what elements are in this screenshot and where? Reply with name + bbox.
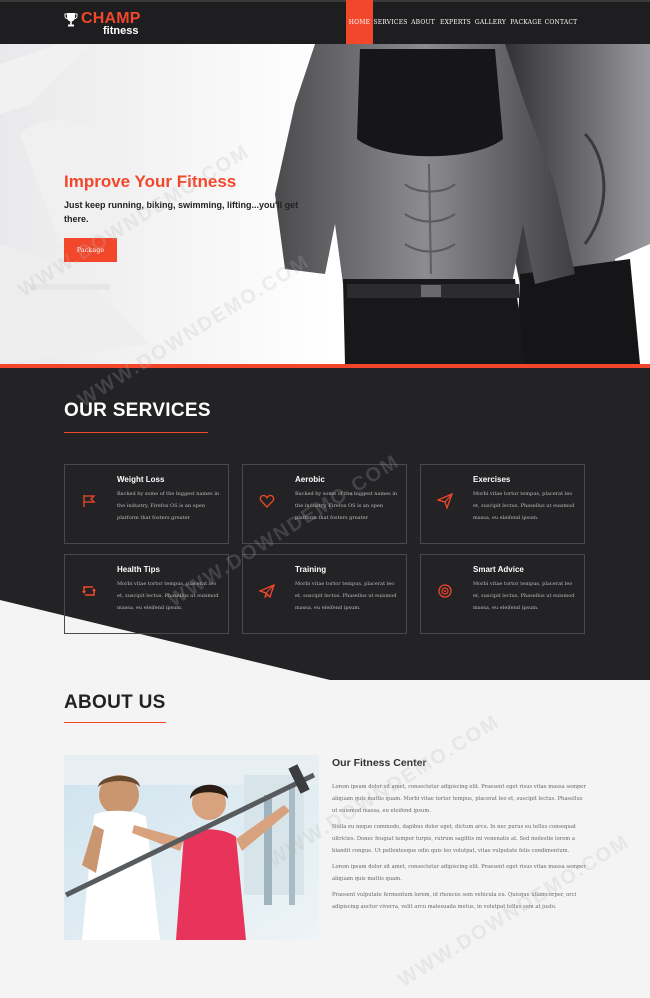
service-card-weight-loss[interactable]: Weight Loss Backed by some of the bigges… xyxy=(64,464,229,544)
service-card-aerobic[interactable]: Aerobic Backed by some of the biggest na… xyxy=(242,464,407,544)
about-title: ABOUT US xyxy=(64,692,166,713)
nav-package[interactable]: PACKAGE xyxy=(508,0,544,44)
service-card-text: Morbi vitae tortor tempus, placerat leo … xyxy=(473,491,575,521)
nav-gallery[interactable]: GALLERY xyxy=(473,0,508,44)
service-card-text: Backed by some of the biggest names in t… xyxy=(295,491,398,521)
nav-about[interactable]: ABOUT xyxy=(408,0,438,44)
about-trainer-image xyxy=(64,755,319,940)
service-card-title: Exercises xyxy=(473,475,511,484)
hero-title: Improve Your Fitness xyxy=(64,172,237,191)
service-card-exercises[interactable]: Exercises Morbi vitae tortor tempus, pla… xyxy=(420,464,585,544)
service-card-title: Smart Advice xyxy=(473,565,524,574)
service-card-title: Training xyxy=(295,565,327,574)
about-paragraph: Lorem ipsum dolor sit amet, consectetur … xyxy=(332,864,586,882)
target-icon xyxy=(438,584,452,598)
service-card-health-tips[interactable]: Health Tips Morbi vitae tortor tempus, p… xyxy=(64,554,229,634)
service-card-title: Health Tips xyxy=(117,565,160,574)
nav-services[interactable]: SERVICES xyxy=(373,0,408,44)
nav-experts[interactable]: EXPERTS xyxy=(438,0,473,44)
about-paragraph: Lorem ipsum dolor sit amet, consectetur … xyxy=(332,784,586,814)
brand-logo[interactable]: CHAMP fitness xyxy=(64,10,154,40)
service-card-text: Backed by some of the biggest names in t… xyxy=(117,491,220,521)
flag-icon xyxy=(83,495,96,507)
trophy-icon xyxy=(64,13,78,27)
service-card-training[interactable]: Training Morbi vitae tortor tempus, plac… xyxy=(242,554,407,634)
service-card-text: Morbi vitae tortor tempus, placerat leo … xyxy=(473,581,575,611)
services-title: OUR SERVICES xyxy=(64,400,211,421)
send-icon xyxy=(259,583,275,599)
service-card-title: Aerobic xyxy=(295,475,325,484)
about-paragraph: Nulla eu neque commodo, dapibus dolor eg… xyxy=(332,824,577,854)
about-paragraph: Praesent vulputate fermentum lorem, id r… xyxy=(332,892,577,910)
about-body: Lorem ipsum dolor sit amet, consectetur … xyxy=(332,781,588,917)
retweet-icon xyxy=(82,586,96,596)
services-title-underline xyxy=(64,432,208,433)
nav-home[interactable]: HOME xyxy=(346,0,373,44)
nav-contact[interactable]: CONTACT xyxy=(544,0,578,44)
services-section: OUR SERVICES Weight Loss Backed by some … xyxy=(0,368,650,680)
main-menu: HOME SERVICES ABOUT EXPERTS GALLERY PACK… xyxy=(346,0,578,44)
hero-text: Just keep running, biking, swimming, lif… xyxy=(64,200,299,224)
service-card-text: Morbi vitae tortor tempus, placerat leo … xyxy=(295,581,397,611)
hero-couple-image xyxy=(275,44,650,364)
heart-icon xyxy=(259,494,275,508)
top-navbar: CHAMP fitness HOME SERVICES ABOUT EXPERT… xyxy=(0,0,650,44)
brand-name-bottom: fitness xyxy=(103,25,139,37)
hero-package-button[interactable]: Package xyxy=(64,238,117,262)
service-card-text: Morbi vitae tortor tempus, placerat leo … xyxy=(117,581,219,611)
about-heading: Our Fitness Center xyxy=(332,757,427,769)
service-card-smart-advice[interactable]: Smart Advice Morbi vitae tortor tempus, … xyxy=(420,554,585,634)
paper-plane-icon xyxy=(437,493,453,509)
hero-banner: Improve Your Fitness Just keep running, … xyxy=(0,44,650,364)
service-card-title: Weight Loss xyxy=(117,475,165,484)
about-gym-photo xyxy=(64,755,319,940)
about-title-underline xyxy=(64,722,166,723)
